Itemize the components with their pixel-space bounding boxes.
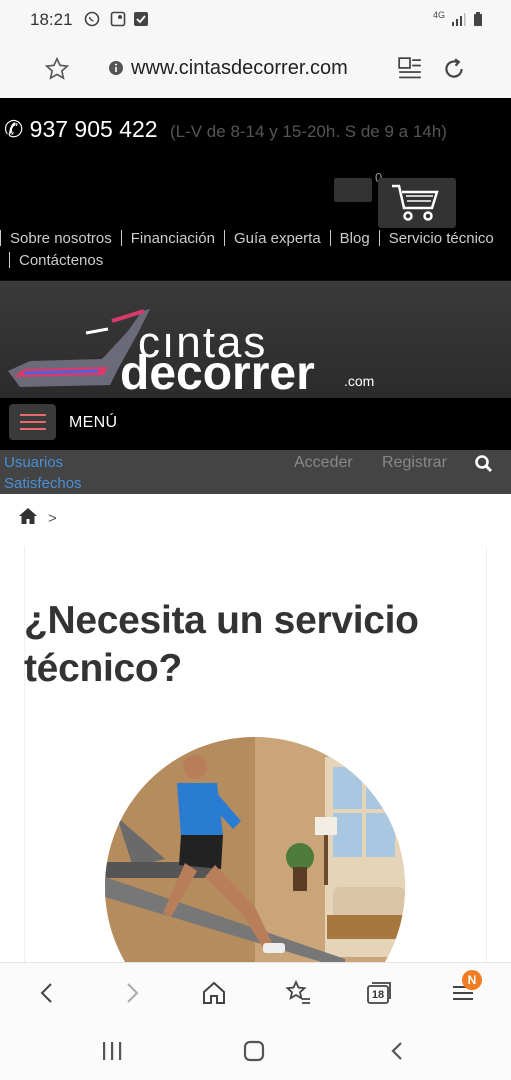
- system-nav-bar: [0, 1022, 511, 1080]
- bookmarks-star-icon[interactable]: [284, 979, 312, 1007]
- tab-count: 18: [371, 989, 385, 1001]
- nav-separator: [9, 252, 10, 268]
- nav-separator: [378, 230, 380, 246]
- account-mini-button[interactable]: [334, 178, 372, 202]
- nav-item-guide[interactable]: Guía experta: [234, 230, 321, 247]
- notification-badge: N: [462, 970, 482, 990]
- site-top-bar: ✆ 937 905 422 (L-V de 8-14 y 15-20h. S d…: [0, 98, 511, 280]
- hamburger-line: [20, 414, 46, 416]
- home-icon[interactable]: [18, 507, 38, 525]
- menu-label[interactable]: MENÚ: [69, 414, 117, 432]
- login-link[interactable]: Acceder: [294, 454, 353, 472]
- status-time: 18:21: [30, 10, 73, 29]
- menu-bar: MENÚ: [0, 398, 511, 450]
- nav-item-about[interactable]: Sobre nosotros: [10, 230, 112, 247]
- satisfied-line-2: Satisfechos: [4, 475, 82, 492]
- tabs-button[interactable]: 18: [366, 981, 392, 1005]
- nav-item-financing[interactable]: Financiación: [131, 230, 215, 247]
- reader-mode-icon[interactable]: [397, 56, 423, 82]
- battery-icon: [474, 12, 482, 26]
- phone-contact: ✆ 937 905 422 (L-V de 8-14 y 15-20h. S d…: [4, 116, 494, 145]
- nav-separator: [329, 230, 331, 246]
- home-icon[interactable]: [200, 979, 228, 1007]
- cart-icon: [392, 184, 439, 221]
- logo-suffix: .com: [344, 373, 374, 389]
- satisfied-users-link[interactable]: Usuarios Satisfechos: [4, 452, 82, 494]
- maps-icon: [110, 11, 126, 27]
- satisfied-line-1: Usuarios: [4, 454, 64, 471]
- logo-band: cıntas decorrer .com: [0, 280, 511, 399]
- hamburger-line: [20, 428, 46, 430]
- hamburger-menu-button[interactable]: [9, 404, 56, 440]
- browser-url-bar: www.cintasdecorrer.com: [0, 40, 511, 98]
- system-back-icon[interactable]: [386, 1040, 410, 1062]
- breadcrumb-separator: >: [48, 510, 57, 527]
- status-bar: 18:21 4G: [0, 0, 511, 40]
- browser-bottom-bar: 18: [0, 962, 511, 1022]
- phone-icon: ✆: [4, 116, 24, 142]
- whatsapp-icon: [84, 11, 100, 27]
- cart-button[interactable]: [378, 178, 456, 228]
- phone-number[interactable]: 937 905 422: [30, 116, 158, 142]
- page-title: ¿Necesita un servicio técnico?: [24, 599, 419, 690]
- signal-icon: [452, 13, 466, 26]
- user-bar: Usuarios Satisfechos Acceder Registrar: [0, 450, 511, 494]
- recent-apps-icon[interactable]: [100, 1040, 124, 1062]
- nav-item-contact[interactable]: Contáctenos: [19, 252, 103, 269]
- opening-hours: (L-V de 8-14 y 15-20h. S de 9 a 14h): [169, 122, 447, 141]
- nav-item-service[interactable]: Servicio técnico: [389, 230, 494, 247]
- bookmark-star-icon[interactable]: [44, 56, 70, 82]
- reload-icon[interactable]: [441, 56, 467, 82]
- back-icon[interactable]: [33, 979, 61, 1007]
- search-icon[interactable]: [474, 454, 494, 474]
- logo-word-2: decorrer: [120, 347, 315, 399]
- nav-item-blog[interactable]: Blog: [340, 230, 370, 247]
- url-field[interactable]: www.cintasdecorrer.com: [131, 57, 348, 80]
- nav-separator: [223, 230, 225, 246]
- check-icon: [134, 12, 148, 26]
- hamburger-line: [20, 421, 46, 423]
- system-home-icon[interactable]: [242, 1040, 266, 1062]
- forward-icon[interactable]: [118, 979, 146, 1007]
- nav-separator: [0, 230, 1, 246]
- register-link[interactable]: Registrar: [382, 454, 447, 472]
- site-logo[interactable]: cıntas decorrer .com: [0, 281, 511, 399]
- site-info-icon[interactable]: [108, 60, 124, 76]
- nav-separator: [120, 230, 122, 246]
- network-label: 4G: [433, 10, 446, 20]
- top-nav: Sobre nosotros Financiación Guía experta Bl…: [0, 228, 511, 272]
